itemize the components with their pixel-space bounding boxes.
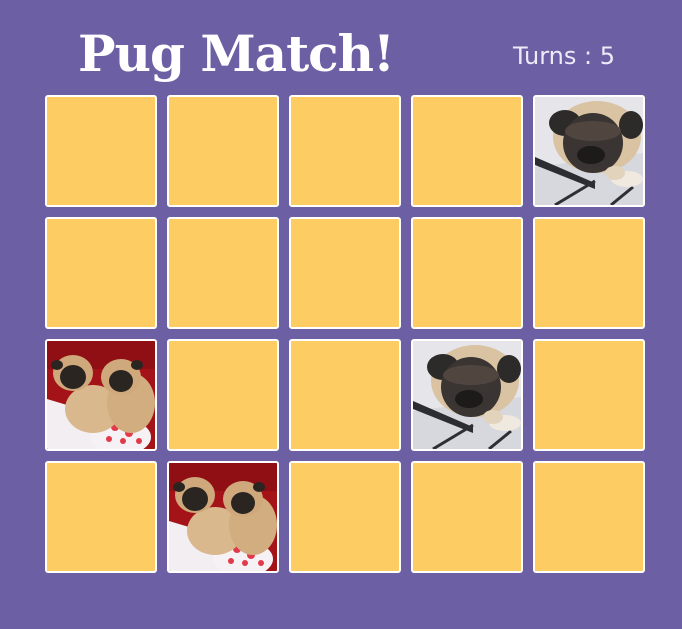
card-hidden-r2c4[interactable] (411, 217, 523, 329)
card-hidden-r4c5[interactable] (533, 461, 645, 573)
card-hidden-r3c3[interactable] (289, 339, 401, 451)
turns-counter: Turns : 5 (513, 42, 615, 70)
card-hidden-r4c1[interactable] (45, 461, 157, 573)
pug-photo-two-pugs-in-bed (47, 341, 155, 449)
pug-photo-two-pugs-in-bed (169, 463, 277, 571)
card-revealed-r3c4[interactable] (411, 339, 523, 451)
card-hidden-r3c2[interactable] (167, 339, 279, 451)
card-hidden-r2c1[interactable] (45, 217, 157, 329)
game-title: Pug Match! (78, 24, 395, 83)
card-hidden-r3c5[interactable] (533, 339, 645, 451)
card-hidden-r1c2[interactable] (167, 95, 279, 207)
card-hidden-r2c3[interactable] (289, 217, 401, 329)
card-revealed-r1c5[interactable] (533, 95, 645, 207)
card-hidden-r1c3[interactable] (289, 95, 401, 207)
card-grid (45, 95, 645, 573)
card-hidden-r1c1[interactable] (45, 95, 157, 207)
pug-photo-pug-on-chair (413, 341, 521, 449)
card-revealed-r4c2[interactable] (167, 461, 279, 573)
card-hidden-r4c3[interactable] (289, 461, 401, 573)
pug-photo-pug-on-chair (535, 97, 643, 205)
card-hidden-r2c2[interactable] (167, 217, 279, 329)
card-hidden-r1c4[interactable] (411, 95, 523, 207)
card-hidden-r4c4[interactable] (411, 461, 523, 573)
card-revealed-r3c1[interactable] (45, 339, 157, 451)
card-hidden-r2c5[interactable] (533, 217, 645, 329)
